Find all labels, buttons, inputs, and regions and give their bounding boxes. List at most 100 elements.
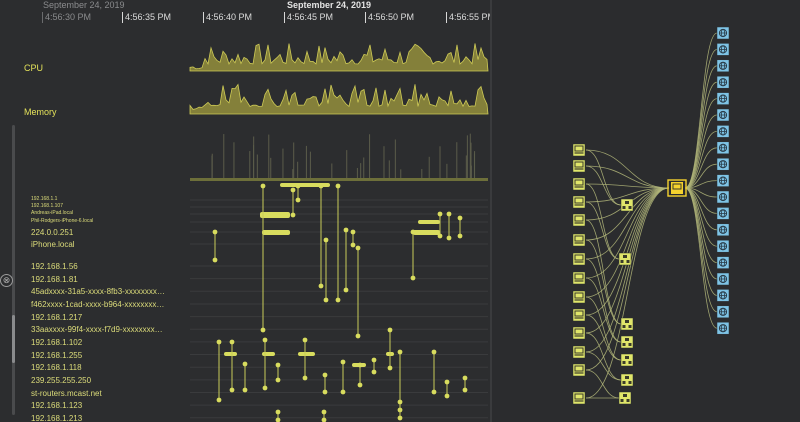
router-port (628, 343, 632, 346)
connection-dot (260, 327, 266, 333)
connection-dot (340, 359, 346, 365)
sidebar-scrollbar[interactable] (12, 125, 15, 415)
globe-icon (716, 75, 730, 89)
connection-dot (302, 337, 308, 343)
globe-icon (716, 92, 730, 105)
connection-dot (340, 389, 346, 395)
internet-link (684, 131, 718, 189)
router-icon (620, 373, 634, 387)
host-label[interactable]: 192.168.1.255 (31, 351, 82, 360)
router-port (626, 399, 630, 402)
host-label[interactable]: Andreas-iPad.local (31, 210, 73, 216)
host-label[interactable]: 192.168.1.102 (31, 338, 82, 347)
router-node (620, 198, 634, 212)
host-label[interactable]: 45adxxxx-31a5-xxxx-8fb3-xxxxxxxx… (31, 287, 165, 296)
host-label[interactable]: 192.168.1.217 (31, 313, 82, 322)
host-label[interactable]: 192.168.1.56 (31, 262, 78, 271)
laptop-icon (572, 233, 586, 247)
router-icon (620, 198, 634, 212)
connection-dot (295, 197, 301, 203)
connection-dot (387, 327, 393, 333)
activity-bar (418, 220, 440, 224)
laptop-icon (572, 252, 586, 266)
connection-dot (290, 212, 296, 218)
router-node (620, 317, 634, 331)
connection-dot (260, 183, 266, 189)
router-link (585, 149, 622, 206)
router-node (618, 252, 632, 266)
host-label[interactable]: iPhone.local (31, 240, 75, 249)
router-node (618, 391, 632, 405)
host-label[interactable]: 192.168.1.123 (31, 401, 82, 410)
connection-dot (343, 287, 349, 293)
router-port (623, 394, 627, 397)
sidebar-scroll-thumb[interactable] (12, 315, 15, 363)
internet-link (684, 187, 718, 280)
router-port (628, 381, 632, 384)
connection-dot (446, 211, 452, 217)
router-icon (618, 252, 632, 266)
connection-dot (335, 183, 341, 189)
host-label[interactable]: Phil-Rodgers-iPhone-6.local (31, 218, 93, 224)
overview-bar (190, 178, 488, 181)
globe-icon (716, 125, 730, 138)
network-graph-panel (492, 0, 800, 422)
connection-dot (212, 257, 218, 263)
router-port (625, 376, 629, 379)
host-label[interactable]: 224.0.0.251 (31, 228, 73, 237)
globe-icon (716, 256, 730, 269)
connection-dot (410, 275, 416, 281)
connection-dot (387, 365, 393, 371)
router-link (585, 165, 622, 206)
connection-dot (462, 375, 468, 381)
connection-dot (262, 385, 268, 391)
router-link (585, 201, 620, 260)
router-link (585, 183, 620, 260)
connection-dot (229, 387, 235, 393)
connection-dot (321, 409, 327, 415)
host-label[interactable]: 239.255.255.250 (31, 376, 91, 385)
globe-icon (716, 190, 730, 204)
laptop-icon (572, 308, 586, 322)
host-label[interactable]: 192.168.1.118 (31, 363, 82, 372)
connection-dot (275, 362, 281, 368)
connection-dot (212, 229, 218, 235)
laptop-icon (572, 326, 586, 340)
host-label[interactable]: f462xxxx-1cad-xxxx-b964-xxxxxxxx… (31, 300, 164, 309)
host-label[interactable]: 192.168.1.1 (31, 196, 57, 202)
host-label[interactable]: 192.168.1.81 (31, 275, 78, 284)
router-port (622, 361, 626, 364)
host-label[interactable]: 192.168.1.107 (31, 203, 63, 209)
host-label[interactable]: 33aaxxxx-99f4-xxxx-f7d9-xxxxxxxx… (31, 325, 163, 334)
close-icon[interactable]: ⊗ (0, 274, 13, 287)
laptop-icon (572, 363, 586, 377)
router-node (620, 373, 634, 387)
router-icon (620, 353, 634, 367)
globe-icon (716, 223, 730, 237)
connection-dot (357, 382, 363, 388)
router-port (620, 399, 624, 402)
connection-dot (357, 362, 363, 368)
globe-icon (716, 141, 730, 155)
connection-dot (371, 357, 377, 363)
hub-icon (667, 179, 687, 197)
connection-dot (275, 409, 281, 415)
globe-icon (716, 207, 730, 220)
laptop-icon (572, 271, 586, 285)
host-label[interactable]: st-routers.mcast.net (31, 389, 102, 398)
laptop-icon (572, 143, 586, 157)
connection-dot (446, 235, 452, 241)
internet-link (684, 65, 718, 189)
laptop-icon (572, 345, 586, 359)
internet-link (684, 187, 718, 296)
host-label[interactable]: 192.168.1.213 (31, 414, 82, 422)
connection-dot (371, 369, 377, 375)
connection-dot (462, 387, 468, 393)
router-port (620, 260, 624, 263)
connection-dot (242, 387, 248, 393)
globe-icon (716, 239, 730, 253)
connection-dot (431, 349, 437, 355)
connection-dot (318, 183, 324, 189)
connection-dot (437, 233, 443, 239)
connection-dot (431, 389, 437, 395)
